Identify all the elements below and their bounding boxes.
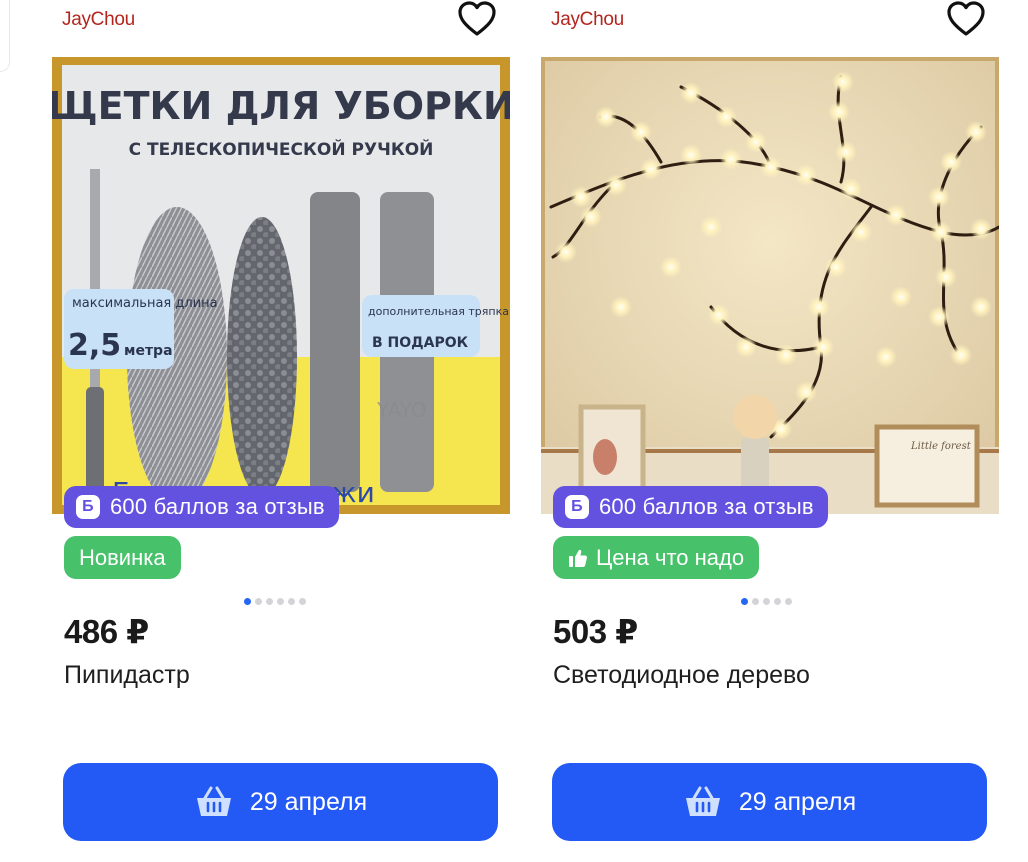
add-to-cart-button[interactable]: 29 апреля bbox=[552, 763, 987, 841]
product-name[interactable]: Пипидастр bbox=[64, 661, 190, 690]
points-icon: Б bbox=[76, 495, 100, 519]
photo-art-label: Little forest bbox=[910, 441, 972, 452]
left-panel-edge bbox=[0, 0, 10, 72]
points-icon: Б bbox=[565, 495, 589, 519]
points-badge: Б 600 баллов за отзыв bbox=[553, 486, 828, 528]
product-price: 486 ₽ bbox=[64, 613, 149, 650]
brand-name[interactable]: JayChou bbox=[551, 9, 624, 31]
product-card[interactable]: JayChou bbox=[541, 0, 1001, 862]
carousel-dot[interactable] bbox=[288, 598, 295, 605]
points-badge-label: 600 баллов за отзыв bbox=[599, 494, 814, 519]
favorite-heart-icon[interactable] bbox=[945, 0, 987, 38]
delivery-date: 29 апреля bbox=[738, 787, 857, 816]
image-carousel-dots[interactable] bbox=[741, 598, 792, 605]
photo-extra-label: дополнительная тряпка bbox=[368, 305, 509, 318]
photo-length-unit: метра bbox=[124, 343, 173, 359]
photo-length-value: 2,5 bbox=[68, 328, 121, 363]
add-to-cart-button[interactable]: 29 апреля bbox=[63, 763, 498, 841]
photo-subheading: С ТЕЛЕСКОПИЧЕСКОЙ РУЧКОЙ bbox=[129, 138, 434, 160]
brand-name[interactable]: JayChou bbox=[62, 9, 135, 31]
carousel-dot[interactable] bbox=[277, 598, 284, 605]
points-badge: Б 600 баллов за отзыв bbox=[64, 486, 339, 528]
points-badge-label: 600 баллов за отзыв bbox=[110, 494, 325, 519]
tag-label: Новинка bbox=[79, 544, 166, 570]
carousel-dot[interactable] bbox=[255, 598, 262, 605]
tag-label: Цена что надо bbox=[596, 544, 745, 570]
thumbs-up-icon bbox=[569, 549, 587, 567]
carousel-dot[interactable] bbox=[785, 598, 792, 605]
image-carousel-dots[interactable] bbox=[244, 598, 306, 605]
basket-icon bbox=[196, 786, 231, 816]
carousel-dot[interactable] bbox=[763, 598, 770, 605]
product-image-led-tree[interactable]: Little forest bbox=[541, 57, 999, 514]
product-grid: JayChou ЩЕТКИ ДЛЯ УБОРКИ С ТЕЛЕСКОПИЧЕСК… bbox=[0, 0, 1028, 862]
product-price: 503 ₽ bbox=[553, 613, 638, 650]
product-image-brushes[interactable]: ЩЕТКИ ДЛЯ УБОРКИ С ТЕЛЕСКОПИЧЕСКОЙ РУЧКО… bbox=[52, 57, 510, 514]
price-tag: Цена что надо bbox=[553, 536, 760, 579]
carousel-dot[interactable] bbox=[774, 598, 781, 605]
photo-heading: ЩЕТКИ ДЛЯ УБОРКИ bbox=[52, 84, 510, 128]
carousel-dot[interactable] bbox=[244, 598, 251, 605]
product-card[interactable]: JayChou bbox=[52, 0, 512, 862]
carousel-dot[interactable] bbox=[741, 598, 748, 605]
product-name[interactable]: Светодиодное дерево bbox=[553, 661, 810, 690]
carousel-dot[interactable] bbox=[752, 598, 759, 605]
basket-icon bbox=[685, 786, 720, 816]
photo-watermark: YAYO bbox=[376, 398, 427, 422]
new-tag: Новинка bbox=[64, 536, 181, 579]
favorite-heart-icon[interactable] bbox=[456, 0, 498, 38]
carousel-dot[interactable] bbox=[266, 598, 273, 605]
delivery-date: 29 апреля bbox=[249, 787, 368, 816]
photo-length-label: максимальная длина bbox=[72, 296, 218, 311]
photo-extra-gift: В ПОДАРОК bbox=[372, 335, 469, 351]
carousel-dot[interactable] bbox=[299, 598, 306, 605]
